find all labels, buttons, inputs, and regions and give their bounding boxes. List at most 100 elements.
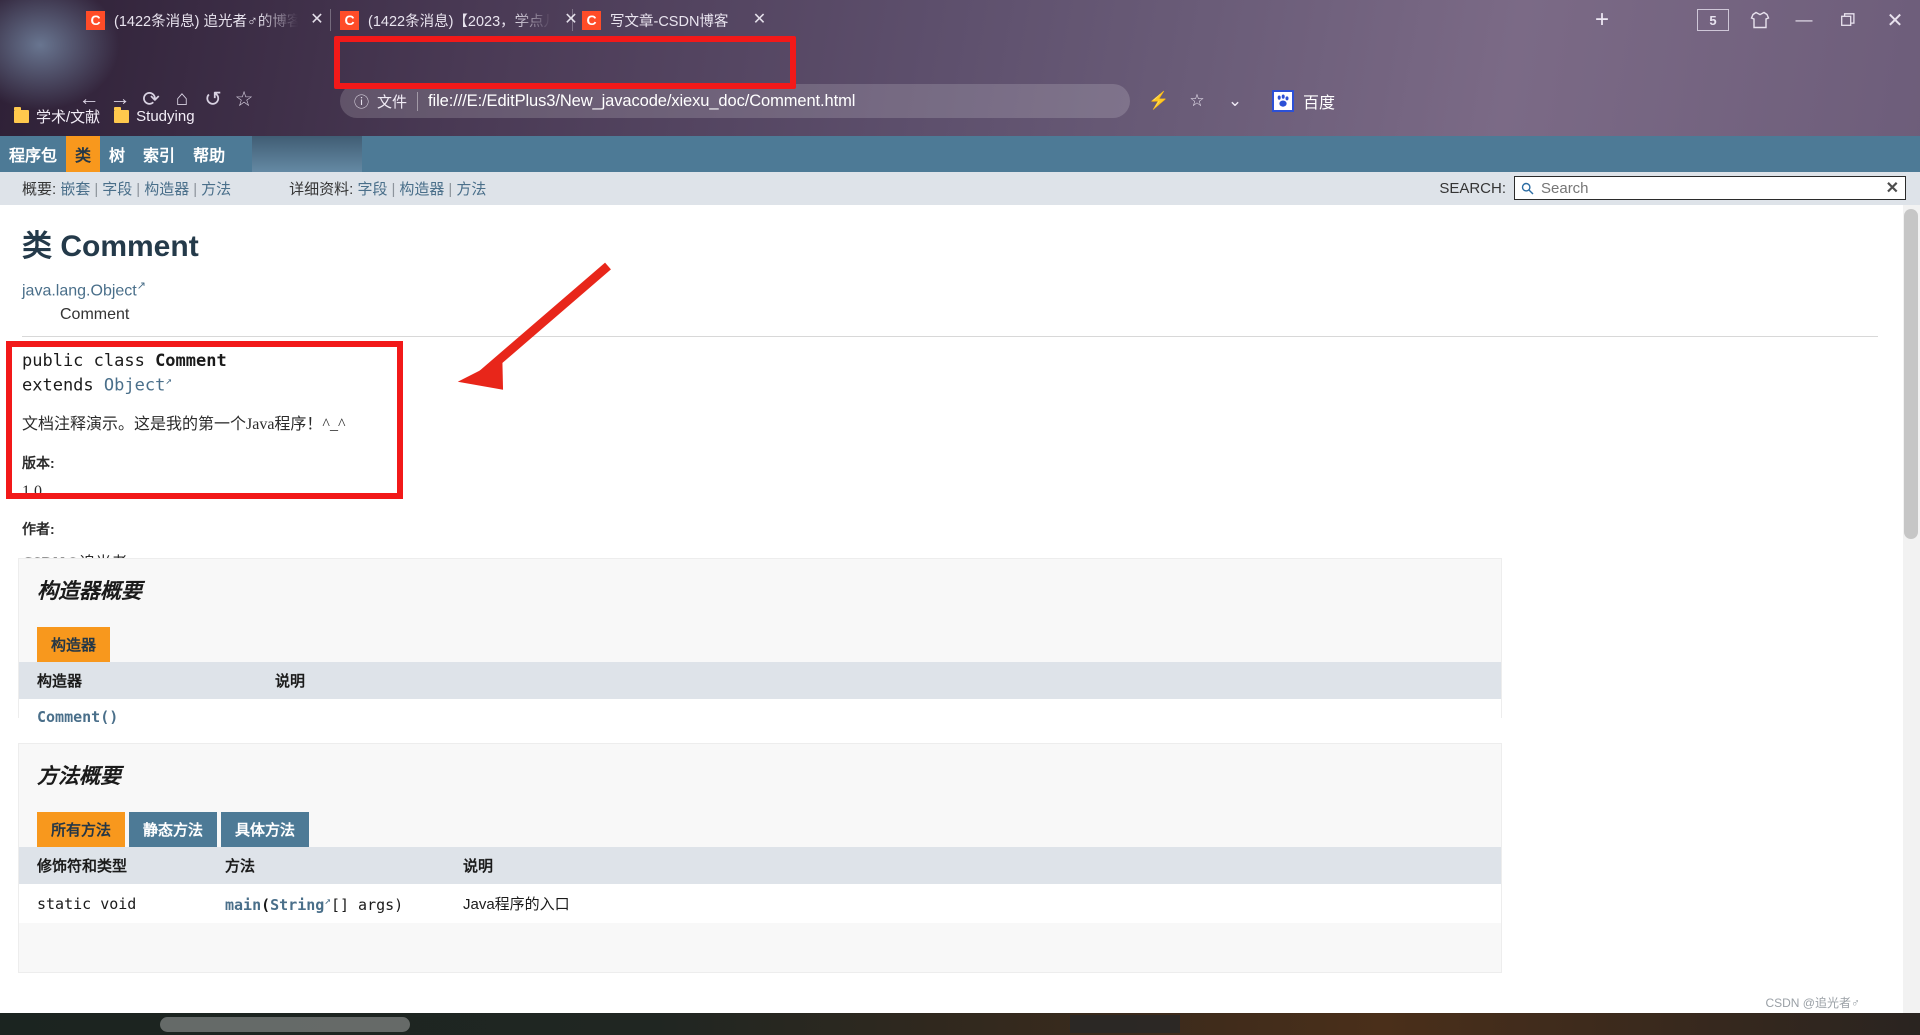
- tab-title: (1422条消息) 追光者♂的博客_CS: [114, 13, 298, 30]
- baidu-search-chip[interactable]: 百度: [1272, 89, 1335, 113]
- nav-item-class[interactable]: 类: [66, 136, 101, 172]
- tab-title: 写文章-CSDN博客: [610, 13, 729, 30]
- class-kind-label: 类: [22, 230, 52, 263]
- new-tab-button[interactable]: +: [1582, 0, 1622, 40]
- separator: |: [94, 181, 99, 198]
- summary-link-constructor[interactable]: 构造器: [144, 181, 189, 198]
- tab-close-icon[interactable]: ✕: [562, 11, 580, 29]
- browser-tab-2[interactable]: C (1422条消息)【2023，学点儿新 ✕: [340, 2, 580, 38]
- address-bar[interactable]: ⓘ 文件 file:///E:/EditPlus3/New_javacode/x…: [340, 84, 1130, 118]
- search-label: SEARCH:: [1439, 179, 1506, 197]
- detail-link-method[interactable]: 方法: [456, 181, 486, 198]
- external-link-icon: ↗: [165, 374, 172, 388]
- table-row[interactable]: Comment(): [19, 699, 1501, 735]
- method-name-link[interactable]: main: [225, 896, 261, 914]
- constructor-summary-heading: 构造器概要: [37, 580, 142, 603]
- nav-overlay-block: [252, 136, 362, 172]
- method-tab-row: 所有方法 静态方法 具体方法: [37, 812, 1501, 847]
- signature-extends-keyword: extends: [22, 376, 104, 396]
- browser-toolbar: ← → ⟳ ⌂ ↺ ☆ ⓘ 文件 file:///E:/EditPlus3/Ne…: [0, 40, 1920, 118]
- tab-title: (1422条消息)【2023，学点儿新: [368, 13, 552, 30]
- summary-group: 概要: 嵌套 | 字段 | 构造器 | 方法: [22, 178, 231, 199]
- superclass-link[interactable]: Object: [104, 376, 165, 396]
- summary-label: 概要:: [22, 181, 57, 198]
- column-description: 说明: [445, 847, 1501, 884]
- separator: |: [193, 181, 198, 198]
- separator: |: [448, 181, 453, 198]
- site-info-icon[interactable]: ⓘ: [354, 91, 369, 112]
- nav-item-index[interactable]: 索引: [134, 136, 184, 172]
- summary-link-field[interactable]: 字段: [102, 181, 132, 198]
- method-param-rest: [] args): [330, 895, 404, 914]
- constructor-cell: Comment(): [19, 699, 257, 735]
- search-clear-icon[interactable]: ✕: [1886, 178, 1899, 198]
- tab-concrete-methods[interactable]: 具体方法: [221, 812, 310, 847]
- table-row[interactable]: static void main(String↗[] args) Java程序的…: [19, 884, 1501, 923]
- search-input[interactable]: Search ✕: [1514, 176, 1906, 200]
- detail-label: 详细资料:: [289, 181, 354, 198]
- version-label: 版本:: [22, 455, 55, 471]
- external-link-icon: ↗: [324, 893, 331, 907]
- baidu-paw-icon: [1272, 90, 1294, 112]
- inheritance-level-2: Comment: [60, 305, 130, 323]
- class-description-text: 文档注释演示。这是我的第一个Java程序！^_^: [22, 416, 346, 433]
- browser-tab-3[interactable]: C 写文章-CSDN博客 ✕: [582, 2, 822, 38]
- inheritance-tree: java.lang.Object↗ Comment: [22, 279, 1900, 326]
- folder-icon: [114, 106, 130, 123]
- page-scrollbar[interactable]: ▲ ▼: [1903, 205, 1920, 1035]
- column-constructor: 构造器: [19, 662, 257, 699]
- method-summary-section: 方法概要 所有方法 静态方法 具体方法 修饰符和类型 方法 说明 static …: [18, 743, 1502, 973]
- column-description: 说明: [257, 662, 1501, 699]
- bookmark-label: Studying: [136, 107, 195, 125]
- tab-close-icon[interactable]: ✕: [308, 11, 326, 29]
- table-header-row: 修饰符和类型 方法 说明: [19, 847, 1501, 884]
- javadoc-sub-navigation: 概要: 嵌套 | 字段 | 构造器 | 方法 详细资料: 字段 | 构造器 | 方法 SEARCH:…: [0, 172, 1920, 205]
- nav-item-help[interactable]: 帮助: [184, 136, 234, 172]
- maximize-button[interactable]: [1826, 0, 1870, 40]
- tab-static-methods[interactable]: 静态方法: [129, 812, 218, 847]
- inheritance-level-1: java.lang.Object↗: [22, 279, 1900, 303]
- window-controls: + 5 — ✕: [1582, 0, 1920, 40]
- bookmark-label: 学术/文献: [36, 108, 101, 126]
- signature-class-name: Comment: [155, 350, 227, 371]
- csdn-favicon-icon: C: [86, 10, 105, 30]
- search-icon: [1521, 182, 1534, 195]
- method-param-type-link[interactable]: String: [270, 896, 324, 914]
- close-window-button[interactable]: ✕: [1870, 0, 1920, 40]
- browser-tab-1[interactable]: C (1422条消息) 追光者♂的博客_CS ✕: [86, 2, 326, 38]
- tab-count-badge[interactable]: 5: [1697, 9, 1729, 31]
- bookmark-item-1[interactable]: Studying: [114, 106, 195, 125]
- toolbar-right-icons: ⚡ ☆ ⌄ 百度: [1140, 84, 1335, 118]
- external-link-icon: ↗: [136, 280, 146, 292]
- nav-item-packages[interactable]: 程序包: [0, 136, 66, 172]
- minimize-button[interactable]: —: [1782, 0, 1826, 40]
- url-divider: [417, 91, 419, 111]
- detail-link-constructor[interactable]: 构造器: [399, 181, 444, 198]
- tab-constructors[interactable]: 构造器: [37, 627, 111, 662]
- javadoc-content: 类 Comment java.lang.Object↗ Comment publ…: [0, 205, 1900, 1035]
- java-lang-object-link[interactable]: java.lang.Object: [22, 282, 137, 299]
- lightning-icon[interactable]: ⚡: [1140, 84, 1178, 118]
- detail-link-field[interactable]: 字段: [357, 181, 387, 198]
- favorites-star-icon[interactable]: ☆: [1178, 84, 1216, 118]
- nav-item-tree[interactable]: 树: [100, 136, 134, 172]
- constructor-link[interactable]: Comment(): [37, 708, 118, 726]
- taskbar-item[interactable]: [160, 1017, 410, 1032]
- url-input[interactable]: file:///E:/EditPlus3/New_javacode/xiexu_…: [428, 92, 855, 111]
- skin-icon[interactable]: [1738, 0, 1782, 40]
- taskbar: [0, 1013, 1920, 1035]
- bookmark-item-0[interactable]: 学术/文献: [14, 106, 100, 127]
- taskbar-item[interactable]: [1070, 1015, 1180, 1033]
- signature-line-2: extends Object↗: [22, 373, 1900, 398]
- chevron-down-icon[interactable]: ⌄: [1216, 84, 1254, 118]
- tab-close-icon[interactable]: ✕: [750, 11, 768, 29]
- tab-all-methods[interactable]: 所有方法: [37, 812, 126, 847]
- summary-link-nested[interactable]: 嵌套: [60, 181, 90, 198]
- column-modifier-and-type: 修饰符和类型: [19, 847, 207, 884]
- search-placeholder: Search: [1541, 179, 1589, 197]
- divider: [22, 335, 1878, 337]
- summary-link-method[interactable]: 方法: [201, 181, 231, 198]
- page-title: 类 Comment: [22, 221, 1900, 265]
- scrollbar-thumb[interactable]: [1904, 209, 1918, 539]
- class-signature: public class Comment extends Object↗: [22, 349, 1900, 399]
